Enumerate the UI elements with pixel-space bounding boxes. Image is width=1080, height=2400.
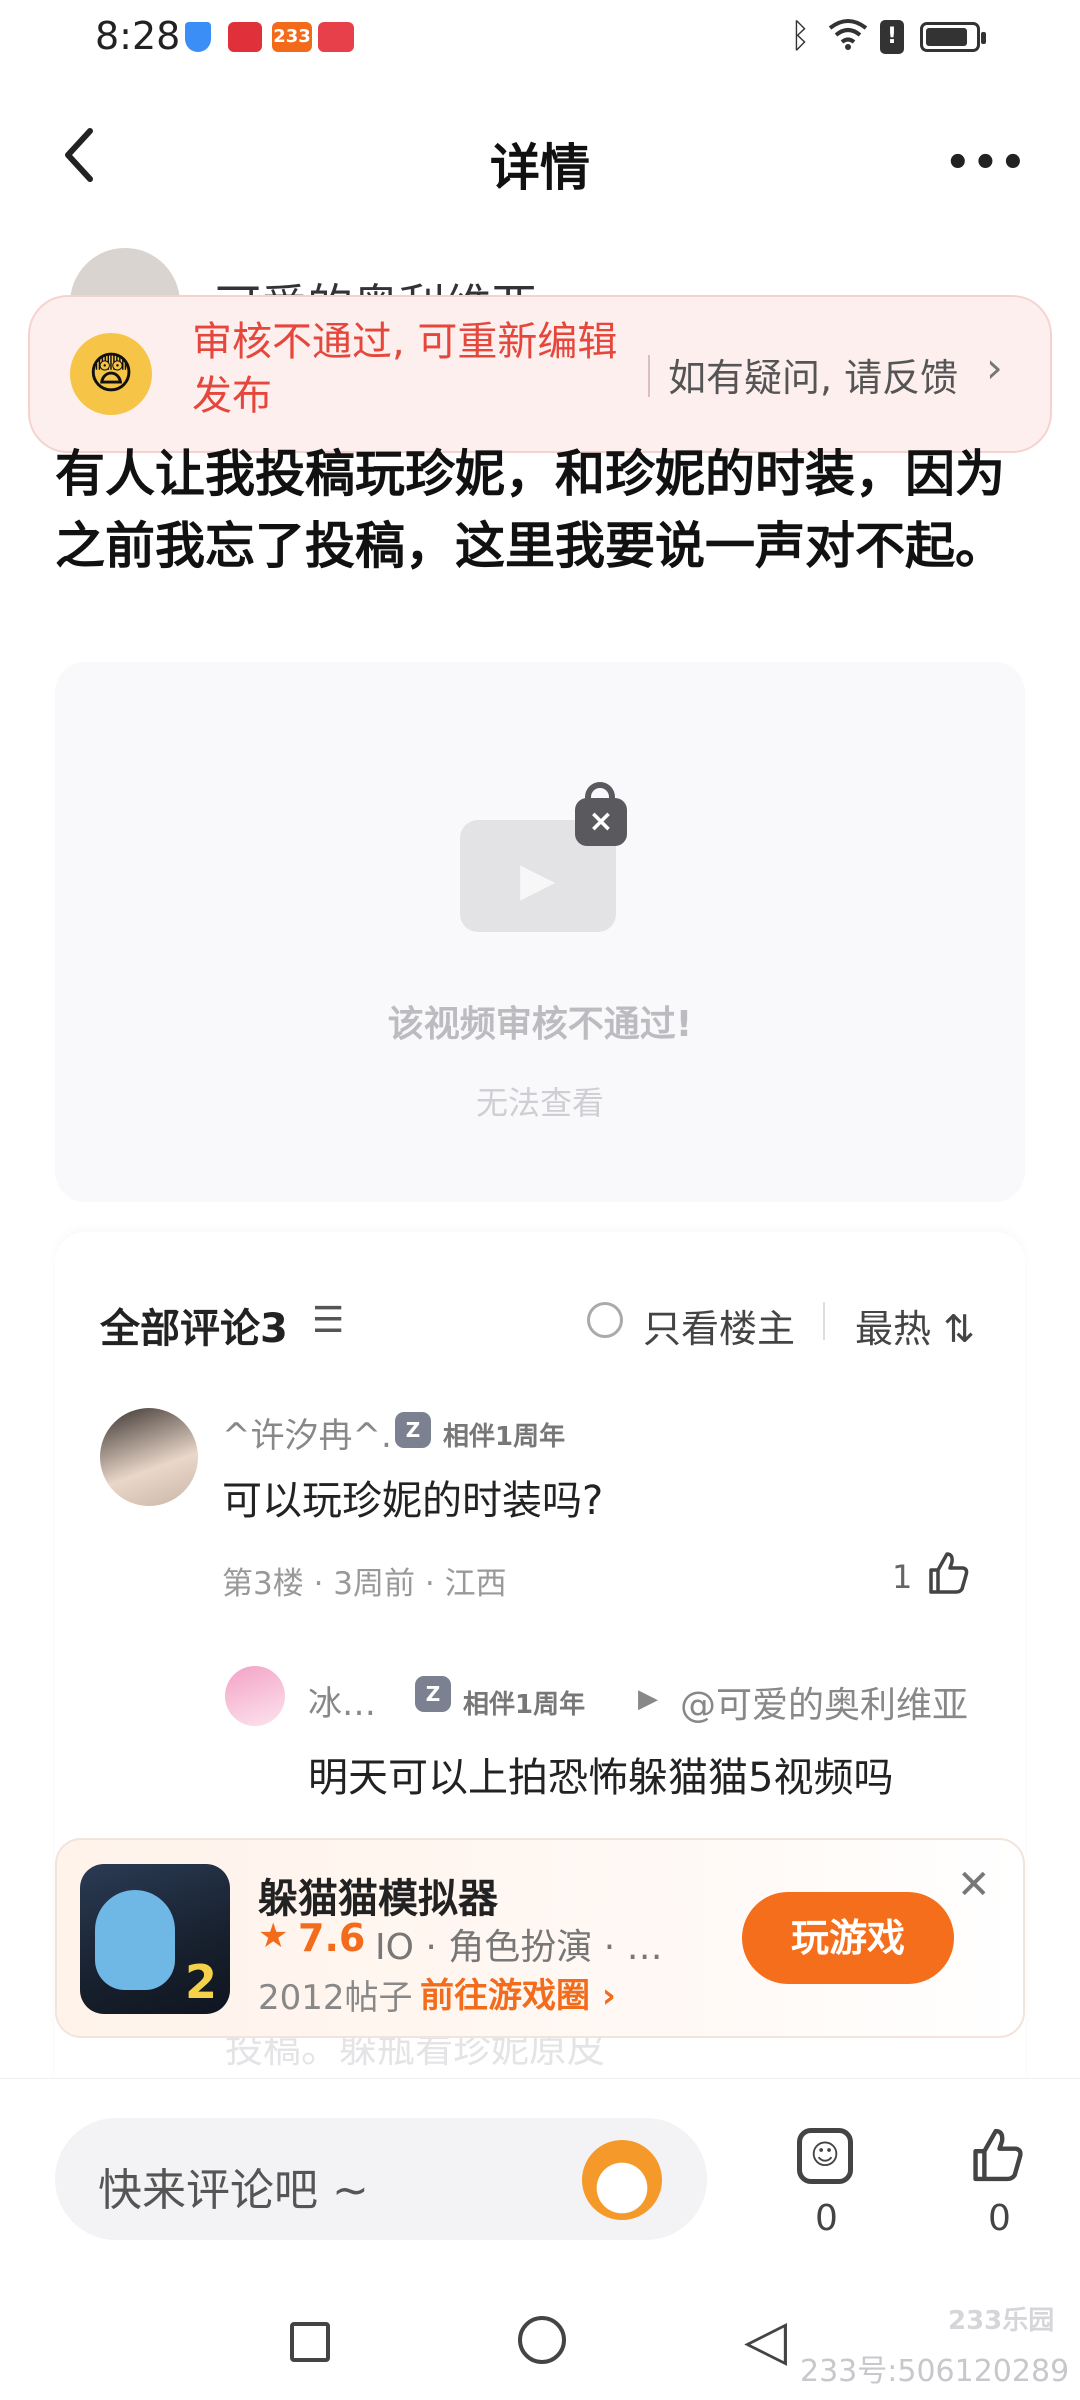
- anniversary-badge-icon: Z: [395, 1412, 431, 1448]
- bluetooth-icon: ᛒ: [790, 16, 811, 56]
- reply-badge: 相伴1周年: [463, 1690, 586, 1720]
- anniversary-badge-icon: Z: [415, 1676, 451, 1712]
- comment-meta: 第3楼 · 3周前 · 江西: [222, 1566, 507, 1602]
- comments-title: 全部评论3: [100, 1306, 288, 1352]
- game-post-count: 2012帖子: [258, 1978, 413, 2018]
- only-owner-label[interactable]: 只看楼主: [643, 1298, 795, 1353]
- wifi-icon: [828, 18, 868, 58]
- only-owner-radio[interactable]: [587, 1302, 623, 1338]
- battery-icon: [920, 22, 986, 52]
- reply-arrow-icon: ▶: [638, 1684, 658, 1714]
- post-body: 有人让我投稿玩珍妮，和珍妮的时装，因为之前我忘了投稿，这里我要说一声对不起。: [55, 445, 1005, 575]
- anniversary-badge: 相伴1周年: [443, 1422, 566, 1452]
- banner-divider: [648, 355, 650, 397]
- game-circle-link[interactable]: 前往游戏圈 ›: [420, 1968, 616, 2017]
- comment-icon[interactable]: ☺: [797, 2128, 853, 2184]
- chevron-right-icon[interactable]: ›: [986, 343, 1003, 392]
- star-icon: ★: [258, 1916, 289, 1956]
- comment-username[interactable]: ^许汐冉^.: [222, 1408, 392, 1457]
- alert-icon: !: [880, 20, 904, 54]
- play-icon: ▶: [520, 852, 556, 906]
- home-button[interactable]: [518, 2316, 566, 2364]
- page-title: 详情: [490, 139, 590, 197]
- more-options-button[interactable]: •••: [945, 140, 1028, 186]
- banner-message[interactable]: 审核不通过, 可重新编辑发布: [192, 315, 642, 423]
- video-rejected-title: 该视频审核不通过!: [387, 1004, 693, 1045]
- feedback-link[interactable]: 如有疑问, 请反馈: [668, 347, 958, 402]
- play-game-button[interactable]: 玩游戏: [742, 1892, 954, 1984]
- filter-settings-icon[interactable]: ☰: [312, 1300, 344, 1341]
- book-icon: [228, 22, 262, 52]
- review-rejected-banner: 😨 审核不通过, 可重新编辑发布 如有疑问, 请反馈 ›: [28, 295, 1052, 453]
- 233-app-icon: 233: [272, 22, 312, 52]
- game-name[interactable]: 躲猫猫模拟器: [258, 1866, 498, 1924]
- comment-like-count: 1: [892, 1558, 913, 1596]
- game-icon-character: [95, 1890, 175, 1990]
- shop-icon: [318, 22, 354, 52]
- thumbs-up-icon[interactable]: [925, 1550, 971, 1606]
- status-time: 8:28: [95, 14, 181, 58]
- comment-avatar[interactable]: [100, 1408, 198, 1506]
- watermark-text: 233号:506120289: [800, 2354, 1070, 2389]
- recent-apps-button[interactable]: [290, 2322, 330, 2362]
- reply-avatar[interactable]: [225, 1666, 285, 1726]
- filter-divider: [823, 1302, 825, 1340]
- watermark-logo: 233乐园: [948, 2306, 1055, 2336]
- comment-text[interactable]: 可以玩珍妮的时装吗?: [222, 1468, 603, 1526]
- close-icon[interactable]: ✕: [957, 1862, 991, 1908]
- comment-count: 0: [815, 2198, 838, 2239]
- video-rejected-subtitle: 无法查看: [475, 1084, 604, 1122]
- comment-placeholder[interactable]: 快来评论吧 ~: [98, 2154, 369, 2218]
- mascot-emoji-icon[interactable]: [582, 2140, 662, 2220]
- lock-icon: ×: [575, 798, 627, 846]
- game-rating: 7.6: [298, 1916, 366, 1960]
- like-icon[interactable]: [968, 2126, 1026, 2197]
- sort-hot-button[interactable]: 最热 ⇅: [855, 1298, 975, 1353]
- nav-back-icon[interactable]: ◁: [744, 2308, 787, 2373]
- reply-to-user[interactable]: @可爱的奥利维亚: [680, 1676, 968, 1728]
- shocked-emoji-icon: 😨: [70, 333, 152, 415]
- like-count: 0: [988, 2198, 1011, 2239]
- reply-username[interactable]: 冰…: [308, 1676, 376, 1725]
- reply-text[interactable]: 明天可以上拍恐怖躲猫猫5视频吗: [308, 1745, 893, 1803]
- shield-icon: [185, 22, 211, 52]
- game-tags: IO · 角色扮演 · …: [375, 1927, 663, 1968]
- game-icon-number: 2: [185, 1955, 218, 2009]
